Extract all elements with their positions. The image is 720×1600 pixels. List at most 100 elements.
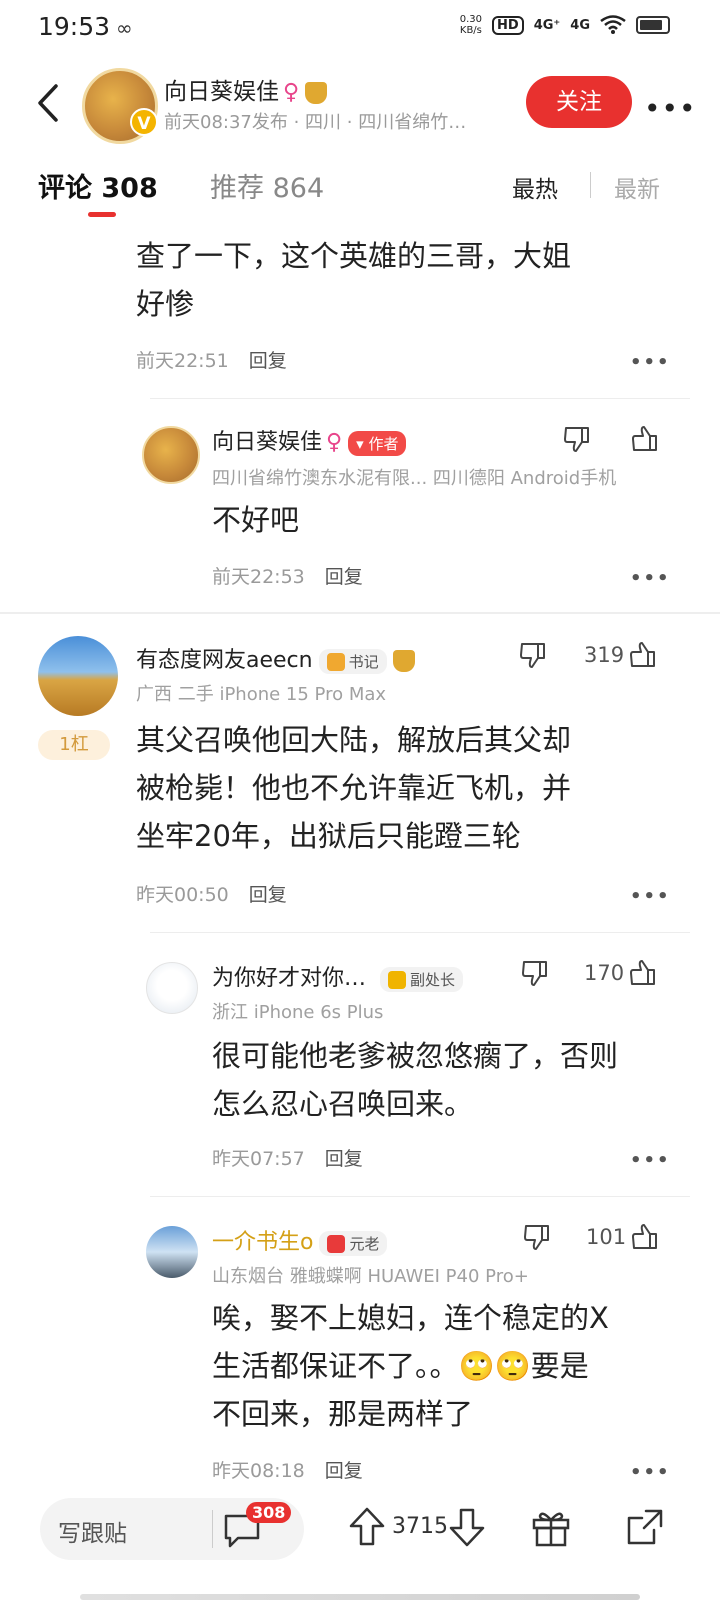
comment-more-icon[interactable]: ••• xyxy=(630,352,671,373)
author-name[interactable]: 向日葵娱佳 ♀ xyxy=(164,72,328,106)
reply-votes: 170 xyxy=(520,958,658,988)
rank-badge: 元老 xyxy=(319,1230,388,1256)
reply-user-name[interactable]: 为你好才对你… 副处长 xyxy=(212,960,464,992)
rank-badge-icon xyxy=(327,1235,346,1253)
comment-line-part: 生活都保证不了。。 xyxy=(212,1349,459,1383)
comment-count-badge: 308 xyxy=(246,1502,292,1523)
gift-icon[interactable] xyxy=(530,1508,572,1548)
compose-divider xyxy=(212,1510,213,1548)
author-reply-text[interactable]: 不好吧 xyxy=(212,496,299,544)
wifi-icon xyxy=(600,15,626,34)
comment-line: 好惨 xyxy=(136,287,195,321)
reply-text[interactable]: 唉，娶不上媳妇，连个稳定的X 生活都保证不了。。🙄🙄要是 不回来，那是两样了 xyxy=(212,1294,609,1438)
thumb-up-icon[interactable] xyxy=(630,424,660,454)
downvote-icon[interactable] xyxy=(448,1506,486,1548)
thumb-down-icon[interactable] xyxy=(522,1222,552,1252)
upvote-icon[interactable] xyxy=(348,1506,386,1548)
reply-avatar[interactable] xyxy=(146,962,198,1014)
main-comment-text[interactable]: 其父召唤他回大陆，解放后其父却 被枪毙！他也不允许靠近飞机，并 坐牢20年，出狱… xyxy=(136,716,571,860)
rank-badge: 副处长 xyxy=(380,966,464,992)
thumb-up-icon[interactable] xyxy=(628,640,658,670)
thumb-down-icon[interactable] xyxy=(562,424,592,454)
verified-badge-icon: V xyxy=(130,108,158,136)
comment-line: 生活都保证不了。。🙄🙄要是 xyxy=(212,1342,609,1390)
net-speed: 0.30 KB/s xyxy=(460,14,482,36)
hd-icon: HD xyxy=(492,15,524,35)
reply-button[interactable]: 回复 xyxy=(249,350,287,372)
comment-line: 查了一下，这个英雄的三哥，大姐 xyxy=(136,239,572,273)
partial-comment-text[interactable]: 查了一下，这个英雄的三哥，大姐 好惨 xyxy=(136,232,571,328)
comment-more-icon[interactable]: ••• xyxy=(630,568,671,589)
battery-icon xyxy=(636,16,670,34)
rank-badge-icon xyxy=(388,971,407,989)
reply-text[interactable]: 很可能他老爹被忽悠瘸了，否则 怎么忍心召唤回来。 xyxy=(212,1032,618,1128)
floor-badge: 1杠 xyxy=(38,730,110,760)
trophy-icon xyxy=(392,650,415,672)
comment-line: 其父召唤他回大陆，解放后其父却 xyxy=(136,723,572,757)
sort-divider xyxy=(590,172,591,198)
net-speed-value: 0.30 xyxy=(459,14,483,25)
commenter-avatar[interactable] xyxy=(38,636,118,716)
reply-user-meta: 山东烟台 雅蛾蝶啊 HUAWEI P40 Pro+ xyxy=(212,1266,529,1287)
author-reply-meta: 四川省绵竹澳东水泥有限... 四川德阳 Android手机 xyxy=(212,468,617,489)
sync-icon: ∞ xyxy=(116,16,133,40)
publish-meta: 前天08:37发布 · 四川 · 四川省绵竹… xyxy=(164,112,467,133)
comment-more-icon[interactable]: ••• xyxy=(630,1462,671,1483)
comment-time-row: 前天22:53 回复 xyxy=(212,562,363,589)
follow-button[interactable]: 关注 xyxy=(526,76,632,128)
author-badge-label: 作者 xyxy=(368,434,399,453)
thumb-down-icon[interactable] xyxy=(518,640,548,670)
username-text: 向日葵娱佳 xyxy=(212,430,323,455)
commenter-name[interactable]: 有态度网友aeecn 书记 xyxy=(136,642,415,674)
sort-new[interactable]: 最新 xyxy=(614,170,660,204)
thumb-up-icon[interactable] xyxy=(628,958,658,988)
thread-divider xyxy=(0,612,720,614)
comment-time-row: 昨天08:18 回复 xyxy=(212,1456,363,1483)
reply-user-name[interactable]: 一介书生o 元老 xyxy=(212,1224,388,1256)
comment-more-icon[interactable]: ••• xyxy=(630,1150,671,1171)
tab-comments[interactable]: 评论 308 xyxy=(38,166,158,205)
author-name-text: 向日葵娱佳 xyxy=(164,79,279,105)
reply-button[interactable]: 回复 xyxy=(249,884,287,906)
comment-time: 昨天00:50 xyxy=(136,884,229,906)
status-indicators: 0.30 KB/s HD 4G⁺ 4G xyxy=(460,14,670,36)
comment-line: 很可能他老爹被忽悠瘸了，否则 xyxy=(212,1039,619,1073)
comment-line: 被枪毙！他也不允许靠近飞机，并 xyxy=(136,771,572,805)
comment-line: 不回来，那是两样了 xyxy=(212,1397,474,1431)
reply-button[interactable]: 回复 xyxy=(325,1148,363,1170)
share-icon[interactable] xyxy=(624,1506,666,1548)
author-badge: ▾ 作者 xyxy=(348,430,407,456)
like-count: 319 xyxy=(584,643,625,667)
rank-badge-label: 元老 xyxy=(349,1234,380,1253)
more-options-button[interactable]: ••• xyxy=(644,92,697,125)
tab-active-indicator xyxy=(88,212,116,217)
status-bar: 19:53 ∞ 0.30 KB/s HD 4G⁺ 4G xyxy=(0,0,720,56)
sort-hot[interactable]: 最热 xyxy=(512,170,558,204)
divider xyxy=(150,932,690,933)
comment-time: 前天22:51 xyxy=(136,350,229,372)
comment-time: 昨天07:57 xyxy=(212,1148,305,1170)
comment-line: 唉，娶不上媳妇，连个稳定的X xyxy=(212,1301,609,1335)
vote-count: 3715 xyxy=(392,1514,448,1539)
like-count: 101 xyxy=(586,1225,627,1249)
comment-time-row: 昨天07:57 回复 xyxy=(212,1144,363,1171)
back-arrow-icon[interactable] xyxy=(28,78,68,128)
bottom-action-bar: 写跟贴 308 3715 xyxy=(0,1490,720,1600)
reply-avatar[interactable] xyxy=(146,1226,198,1278)
rank-badge-label: 副处长 xyxy=(410,970,456,989)
comment-votes: 319 xyxy=(518,640,658,670)
divider xyxy=(150,398,690,399)
comment-more-icon[interactable]: ••• xyxy=(630,886,671,907)
author-reply-name[interactable]: 向日葵娱佳 ♀ ▾ 作者 xyxy=(212,424,407,456)
reply-button[interactable]: 回复 xyxy=(325,566,363,588)
author-reply-avatar[interactable] xyxy=(142,426,200,484)
thumb-up-icon[interactable] xyxy=(630,1222,660,1252)
author-reply-votes xyxy=(562,424,660,454)
thumb-down-icon[interactable] xyxy=(520,958,550,988)
comment-time: 前天22:53 xyxy=(212,566,305,588)
rank-badge-label: 书记 xyxy=(348,652,379,671)
compose-placeholder[interactable]: 写跟贴 xyxy=(58,1514,127,1548)
tab-recommend[interactable]: 推荐 864 xyxy=(210,166,324,205)
reply-button[interactable]: 回复 xyxy=(325,1460,363,1482)
rank-badge-icon xyxy=(326,653,345,671)
